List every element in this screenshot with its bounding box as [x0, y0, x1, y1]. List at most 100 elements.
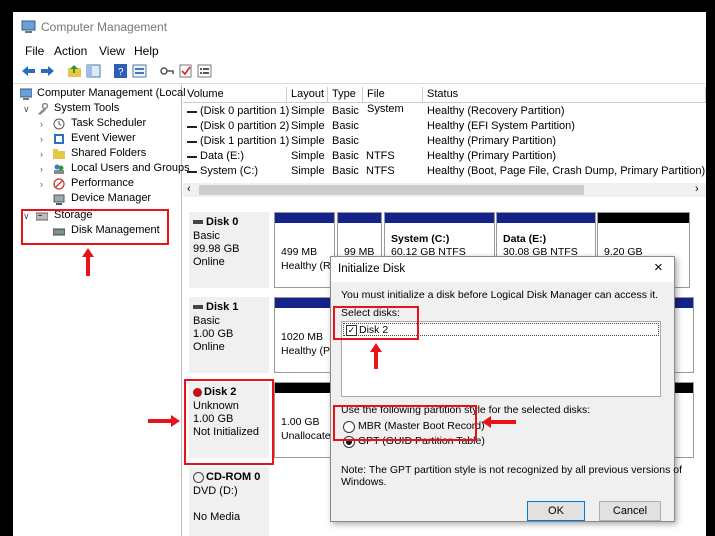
disk-icon	[193, 305, 203, 310]
partition-bar	[385, 213, 494, 223]
tree-item-local-users[interactable]: › Local Users and Groups	[13, 162, 190, 177]
window-title: Computer Management	[41, 20, 168, 34]
volume-row[interactable]: (Disk 0 partition 2) Simple Basic Health…	[183, 120, 706, 135]
highlight-partition-style	[333, 405, 477, 441]
volume-icon	[187, 156, 197, 158]
disk-name: Disk 1	[206, 301, 239, 313]
partition-bar	[338, 213, 381, 223]
users-icon	[54, 164, 64, 174]
computer-management-icon	[21, 20, 36, 33]
highlight-disk-2	[184, 379, 274, 465]
event-viewer-icon	[54, 134, 64, 144]
cancel-button[interactable]: Cancel	[599, 501, 661, 521]
system-tools-icon	[38, 103, 48, 115]
disk-type: Basic	[193, 315, 220, 327]
disk-size: 1.00 GB	[193, 328, 234, 340]
chevron-right-icon[interactable]: ›	[40, 119, 43, 129]
red-arrow-left-icon	[482, 416, 516, 428]
tree-item-device-manager[interactable]: Device Manager	[13, 192, 181, 207]
column-header-volume[interactable]: Volume	[183, 87, 287, 103]
chevron-right-icon[interactable]: ›	[40, 164, 43, 174]
tree-item-performance[interactable]: › Performance	[13, 177, 181, 192]
red-arrow-up-icon	[370, 343, 382, 369]
volume-icon	[187, 171, 197, 173]
highlight-disk-management	[21, 209, 169, 245]
disk-state: Online	[193, 256, 225, 268]
help-icon[interactable]: ?	[113, 64, 128, 78]
disk-size: 99.98 GB	[193, 243, 240, 255]
disk-type: Basic	[193, 230, 220, 242]
navigation-tree: Computer Management (Local ∨ System Tool…	[13, 85, 190, 536]
menu-file[interactable]: File	[25, 44, 44, 58]
volume-list: Volume Layout Type File System Status (D…	[183, 85, 706, 205]
ok-button[interactable]: OK	[527, 501, 585, 521]
scroll-left-icon[interactable]: ‹	[187, 183, 191, 195]
svg-text:?: ?	[118, 67, 124, 78]
disk-1-label[interactable]: Disk 1 Basic 1.00 GB Online	[189, 297, 269, 373]
volume-icon	[187, 126, 197, 128]
volume-row[interactable]: (Disk 0 partition 1) Simple Basic Health…	[183, 105, 706, 120]
volume-row[interactable]: (Disk 1 partition 1) Simple Basic Health…	[183, 135, 706, 150]
computer-management-icon	[20, 88, 32, 100]
red-arrow-right-icon	[148, 415, 180, 427]
disk-type: DVD (D:)	[193, 485, 238, 497]
scroll-right-icon[interactable]: ›	[695, 183, 699, 195]
shared-folder-icon	[53, 149, 65, 159]
gpt-note: Note: The GPT partition style is not rec…	[341, 464, 683, 476]
chevron-right-icon[interactable]: ›	[40, 134, 43, 144]
volume-icon	[187, 111, 197, 113]
scrollbar-thumb[interactable]	[199, 185, 584, 195]
up-folder-icon[interactable]	[67, 64, 82, 78]
disk-state: No Media	[193, 511, 241, 523]
back-icon[interactable]	[21, 64, 36, 78]
partition-recovery[interactable]: 499 MB Healthy (Re	[274, 212, 335, 288]
volume-row[interactable]: System (C:) Simple Basic NTFS Healthy (B…	[183, 165, 706, 180]
menu-action[interactable]: Action	[54, 44, 87, 58]
red-arrow-up-icon	[82, 248, 94, 276]
toolbar: ?	[13, 61, 706, 84]
forward-icon[interactable]	[40, 64, 55, 78]
unallocated-bar	[598, 213, 689, 223]
tree-item-task-scheduler[interactable]: › Task Scheduler	[13, 117, 181, 132]
chevron-down-icon[interactable]: ∨	[23, 104, 30, 115]
check-icon[interactable]	[178, 64, 193, 78]
tree-item-event-viewer[interactable]: › Event Viewer	[13, 132, 181, 147]
disk-state: Online	[193, 341, 225, 353]
menu-help[interactable]: Help	[134, 44, 159, 58]
menu-bar: File Action View Help	[13, 42, 706, 60]
gpt-note-continued: Windows.	[341, 476, 387, 488]
cdrom-label[interactable]: CD-ROM 0 DVD (D:) No Media	[189, 467, 269, 536]
computer-management-window: Computer Management File Action View Hel…	[13, 12, 706, 536]
tree-item-system-tools[interactable]: ∨ System Tools	[13, 102, 181, 117]
disk-name: CD-ROM 0	[206, 471, 261, 483]
clock-icon	[53, 118, 65, 130]
highlight-select-disk	[333, 306, 419, 340]
column-header-file-system[interactable]: File System	[363, 87, 423, 115]
chevron-right-icon[interactable]: ›	[40, 149, 43, 159]
disk-name: Disk 0	[206, 216, 239, 228]
tree-item-shared-folders[interactable]: › Shared Folders	[13, 147, 181, 162]
menu-view[interactable]: View	[99, 44, 125, 58]
partition-bar	[275, 213, 334, 223]
device-manager-icon	[53, 194, 65, 205]
volume-icon	[187, 141, 197, 143]
column-header-type[interactable]: Type	[328, 87, 363, 103]
disk-0-label[interactable]: Disk 0 Basic 99.98 GB Online	[189, 212, 269, 288]
volume-row[interactable]: Data (E:) Simple Basic NTFS Healthy (Pri…	[183, 150, 706, 165]
column-header-layout[interactable]: Layout	[287, 87, 328, 103]
show-hide-tree-icon[interactable]	[86, 64, 101, 78]
key-icon[interactable]	[159, 64, 174, 78]
cdrom-icon	[193, 471, 204, 483]
dialog-message: You must initialize a disk before Logica…	[341, 289, 659, 301]
horizontal-scrollbar[interactable]: ‹ ›	[183, 183, 706, 197]
dialog-title: Initialize Disk	[338, 263, 406, 275]
list-icon[interactable]	[197, 64, 212, 78]
properties-icon[interactable]	[132, 64, 147, 78]
chevron-right-icon[interactable]: ›	[40, 179, 43, 189]
title-bar: Computer Management	[13, 12, 706, 42]
close-icon[interactable]: ×	[654, 259, 663, 276]
initialize-disk-dialog: Initialize Disk × You must initialize a …	[330, 256, 682, 522]
disk-icon	[193, 220, 203, 225]
column-header-status[interactable]: Status	[423, 87, 706, 103]
partition-bar	[497, 213, 595, 223]
